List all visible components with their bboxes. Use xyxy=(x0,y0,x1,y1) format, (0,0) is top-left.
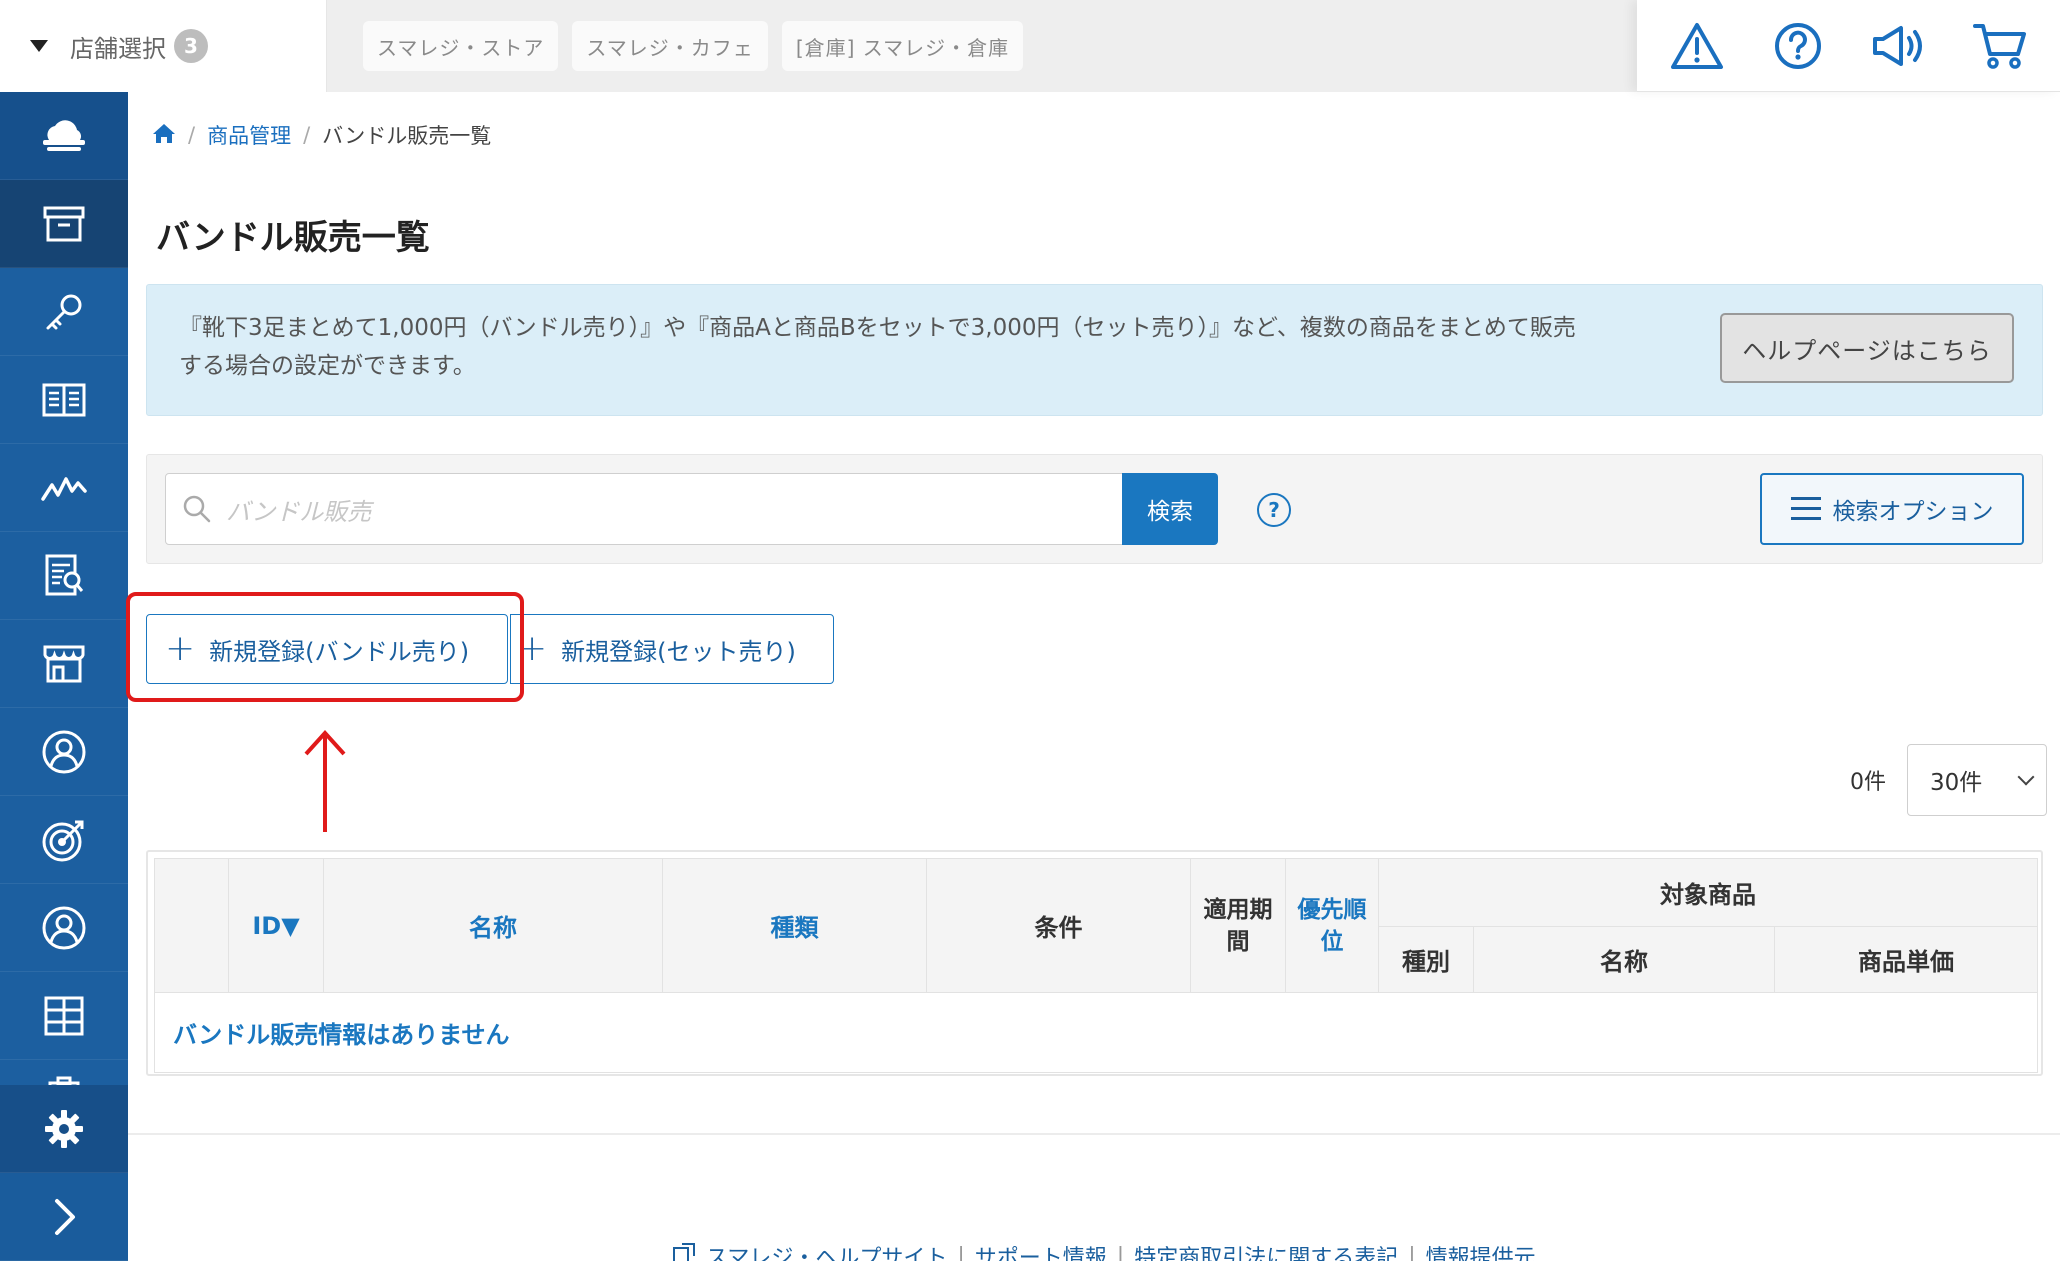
bundle-table-grid: ID▼ 名称 種類 条件 適用期間 優先順位 対象商品 種別 名称 商品単価 バ… xyxy=(153,858,2039,1073)
search-panel: バンドル販売 検索 ? 検索オプション xyxy=(146,454,2043,564)
store-icon[interactable] xyxy=(0,620,128,708)
table-header-period: 適用期間 xyxy=(1190,858,1286,993)
home-icon[interactable] xyxy=(152,122,176,149)
breadcrumb-item-products[interactable]: 商品管理 xyxy=(207,120,291,150)
store-tab[interactable]: スマレジ・カフェ xyxy=(572,21,768,71)
empty-message: バンドル販売情報はありません xyxy=(153,992,2039,1073)
footer-links: スマレジ・ヘルプサイト | サポート情報 | 特定商取引法に関する表記 | 情報… xyxy=(672,1240,1536,1261)
external-link-icon xyxy=(672,1242,696,1261)
table-header-target-kind: 種別 xyxy=(1378,926,1474,993)
per-page-value: 30件 xyxy=(1930,770,1983,796)
bundle-table: ID▼ 名称 種類 条件 適用期間 優先順位 対象商品 種別 名称 商品単価 バ… xyxy=(146,850,2043,1076)
highlight-box xyxy=(126,592,524,702)
cloud-logo-icon[interactable] xyxy=(0,92,128,180)
staff-icon[interactable] xyxy=(0,708,128,796)
result-count: 0件 xyxy=(1850,770,1886,795)
help-icon[interactable] xyxy=(1768,16,1828,76)
chart-line-icon[interactable] xyxy=(0,444,128,532)
page-title: バンドル販売一覧 xyxy=(156,218,430,258)
search-placeholder: バンドル販売 xyxy=(226,497,372,526)
table-header-target-name: 名称 xyxy=(1473,926,1775,993)
register-set-button[interactable]: + 新規登録(セット売り) xyxy=(510,614,834,684)
footer-link[interactable]: 情報提供元 xyxy=(1426,1240,1536,1261)
gear-icon[interactable] xyxy=(0,1085,128,1173)
store-tab[interactable]: [倉庫] スマレジ・倉庫 xyxy=(781,21,1024,71)
footer-separator: | xyxy=(957,1243,965,1261)
top-bar: 店舗選択 3 スマレジ・ストア スマレジ・カフェ [倉庫] スマレジ・倉庫 xyxy=(0,0,2060,92)
footer-divider xyxy=(128,1133,2060,1135)
book-icon[interactable] xyxy=(0,356,128,444)
sidebar-bottom xyxy=(0,1085,128,1261)
table-header-select xyxy=(154,858,229,993)
sidebar xyxy=(0,92,128,1261)
footer-separator: | xyxy=(1408,1243,1416,1261)
breadcrumb-separator: / xyxy=(188,123,196,147)
footer-separator: | xyxy=(1116,1243,1125,1261)
store-select-label: 店舗選択 xyxy=(70,34,166,63)
register-set-label: 新規登録(セット売り) xyxy=(561,637,796,666)
table-header-condition: 条件 xyxy=(926,858,1191,993)
key-icon[interactable] xyxy=(0,268,128,356)
table-header-priority[interactable]: 優先順位 xyxy=(1285,858,1379,993)
top-icon-group xyxy=(1637,0,2060,92)
footer-link[interactable]: スマレジ・ヘルプサイト xyxy=(706,1240,947,1261)
per-page-select[interactable]: 30件 xyxy=(1907,744,2047,816)
info-box: 『靴下3足まとめて1,000円（バンドル売り）』や『商品Aと商品Bをセットで3,… xyxy=(146,284,2043,416)
footer-link[interactable]: サポート情報 xyxy=(975,1240,1107,1261)
menu-icon xyxy=(1790,497,1821,521)
customer-icon[interactable] xyxy=(0,884,128,972)
footer-link[interactable]: 特定商取引法に関する表記 xyxy=(1134,1240,1398,1261)
search-help-icon[interactable]: ? xyxy=(1257,493,1291,527)
table-header-target: 対象商品 xyxy=(1377,858,2039,927)
up-arrow-annotation xyxy=(304,730,346,832)
search-input[interactable]: バンドル販売 xyxy=(165,473,1123,545)
search-icon xyxy=(183,495,211,523)
target-icon[interactable] xyxy=(0,796,128,884)
chevron-down-icon xyxy=(2017,768,2035,786)
megaphone-icon[interactable] xyxy=(1869,16,1929,76)
table-header-name[interactable]: 名称 xyxy=(323,858,663,993)
table-header-type[interactable]: 種類 xyxy=(662,858,927,993)
report-icon[interactable] xyxy=(0,532,128,620)
warning-icon[interactable] xyxy=(1667,16,1727,76)
archive-box-icon[interactable] xyxy=(0,180,128,268)
search-button[interactable]: 検索 xyxy=(1122,473,1218,545)
search-options-button[interactable]: 検索オプション xyxy=(1760,473,2024,545)
store-tab[interactable]: スマレジ・ストア xyxy=(363,21,559,71)
breadcrumb-separator: / xyxy=(303,123,311,147)
chevron-right-icon[interactable] xyxy=(0,1173,128,1261)
store-select-dropdown[interactable]: 店舗選択 3 xyxy=(0,0,327,92)
table-header-id[interactable]: ID▼ xyxy=(228,858,324,993)
breadcrumb-item-current: バンドル販売一覧 xyxy=(322,124,492,148)
table-header-target-price: 商品単価 xyxy=(1773,926,2039,993)
help-page-button[interactable]: ヘルプページはこちら xyxy=(1720,313,2014,383)
search-options-label: 検索オプション xyxy=(1832,499,1994,525)
caret-down-icon xyxy=(30,40,48,52)
info-text: 『靴下3足まとめて1,000円（バンドル売り）』や『商品Aと商品Bをセットで3,… xyxy=(179,315,1576,379)
store-tabs: スマレジ・ストア スマレジ・カフェ [倉庫] スマレジ・倉庫 xyxy=(327,0,1637,92)
grid-icon[interactable] xyxy=(0,972,128,1060)
breadcrumb: / 商品管理 / バンドル販売一覧 xyxy=(152,120,491,150)
store-count-badge: 3 xyxy=(174,29,208,63)
cart-icon[interactable] xyxy=(1970,16,2030,76)
